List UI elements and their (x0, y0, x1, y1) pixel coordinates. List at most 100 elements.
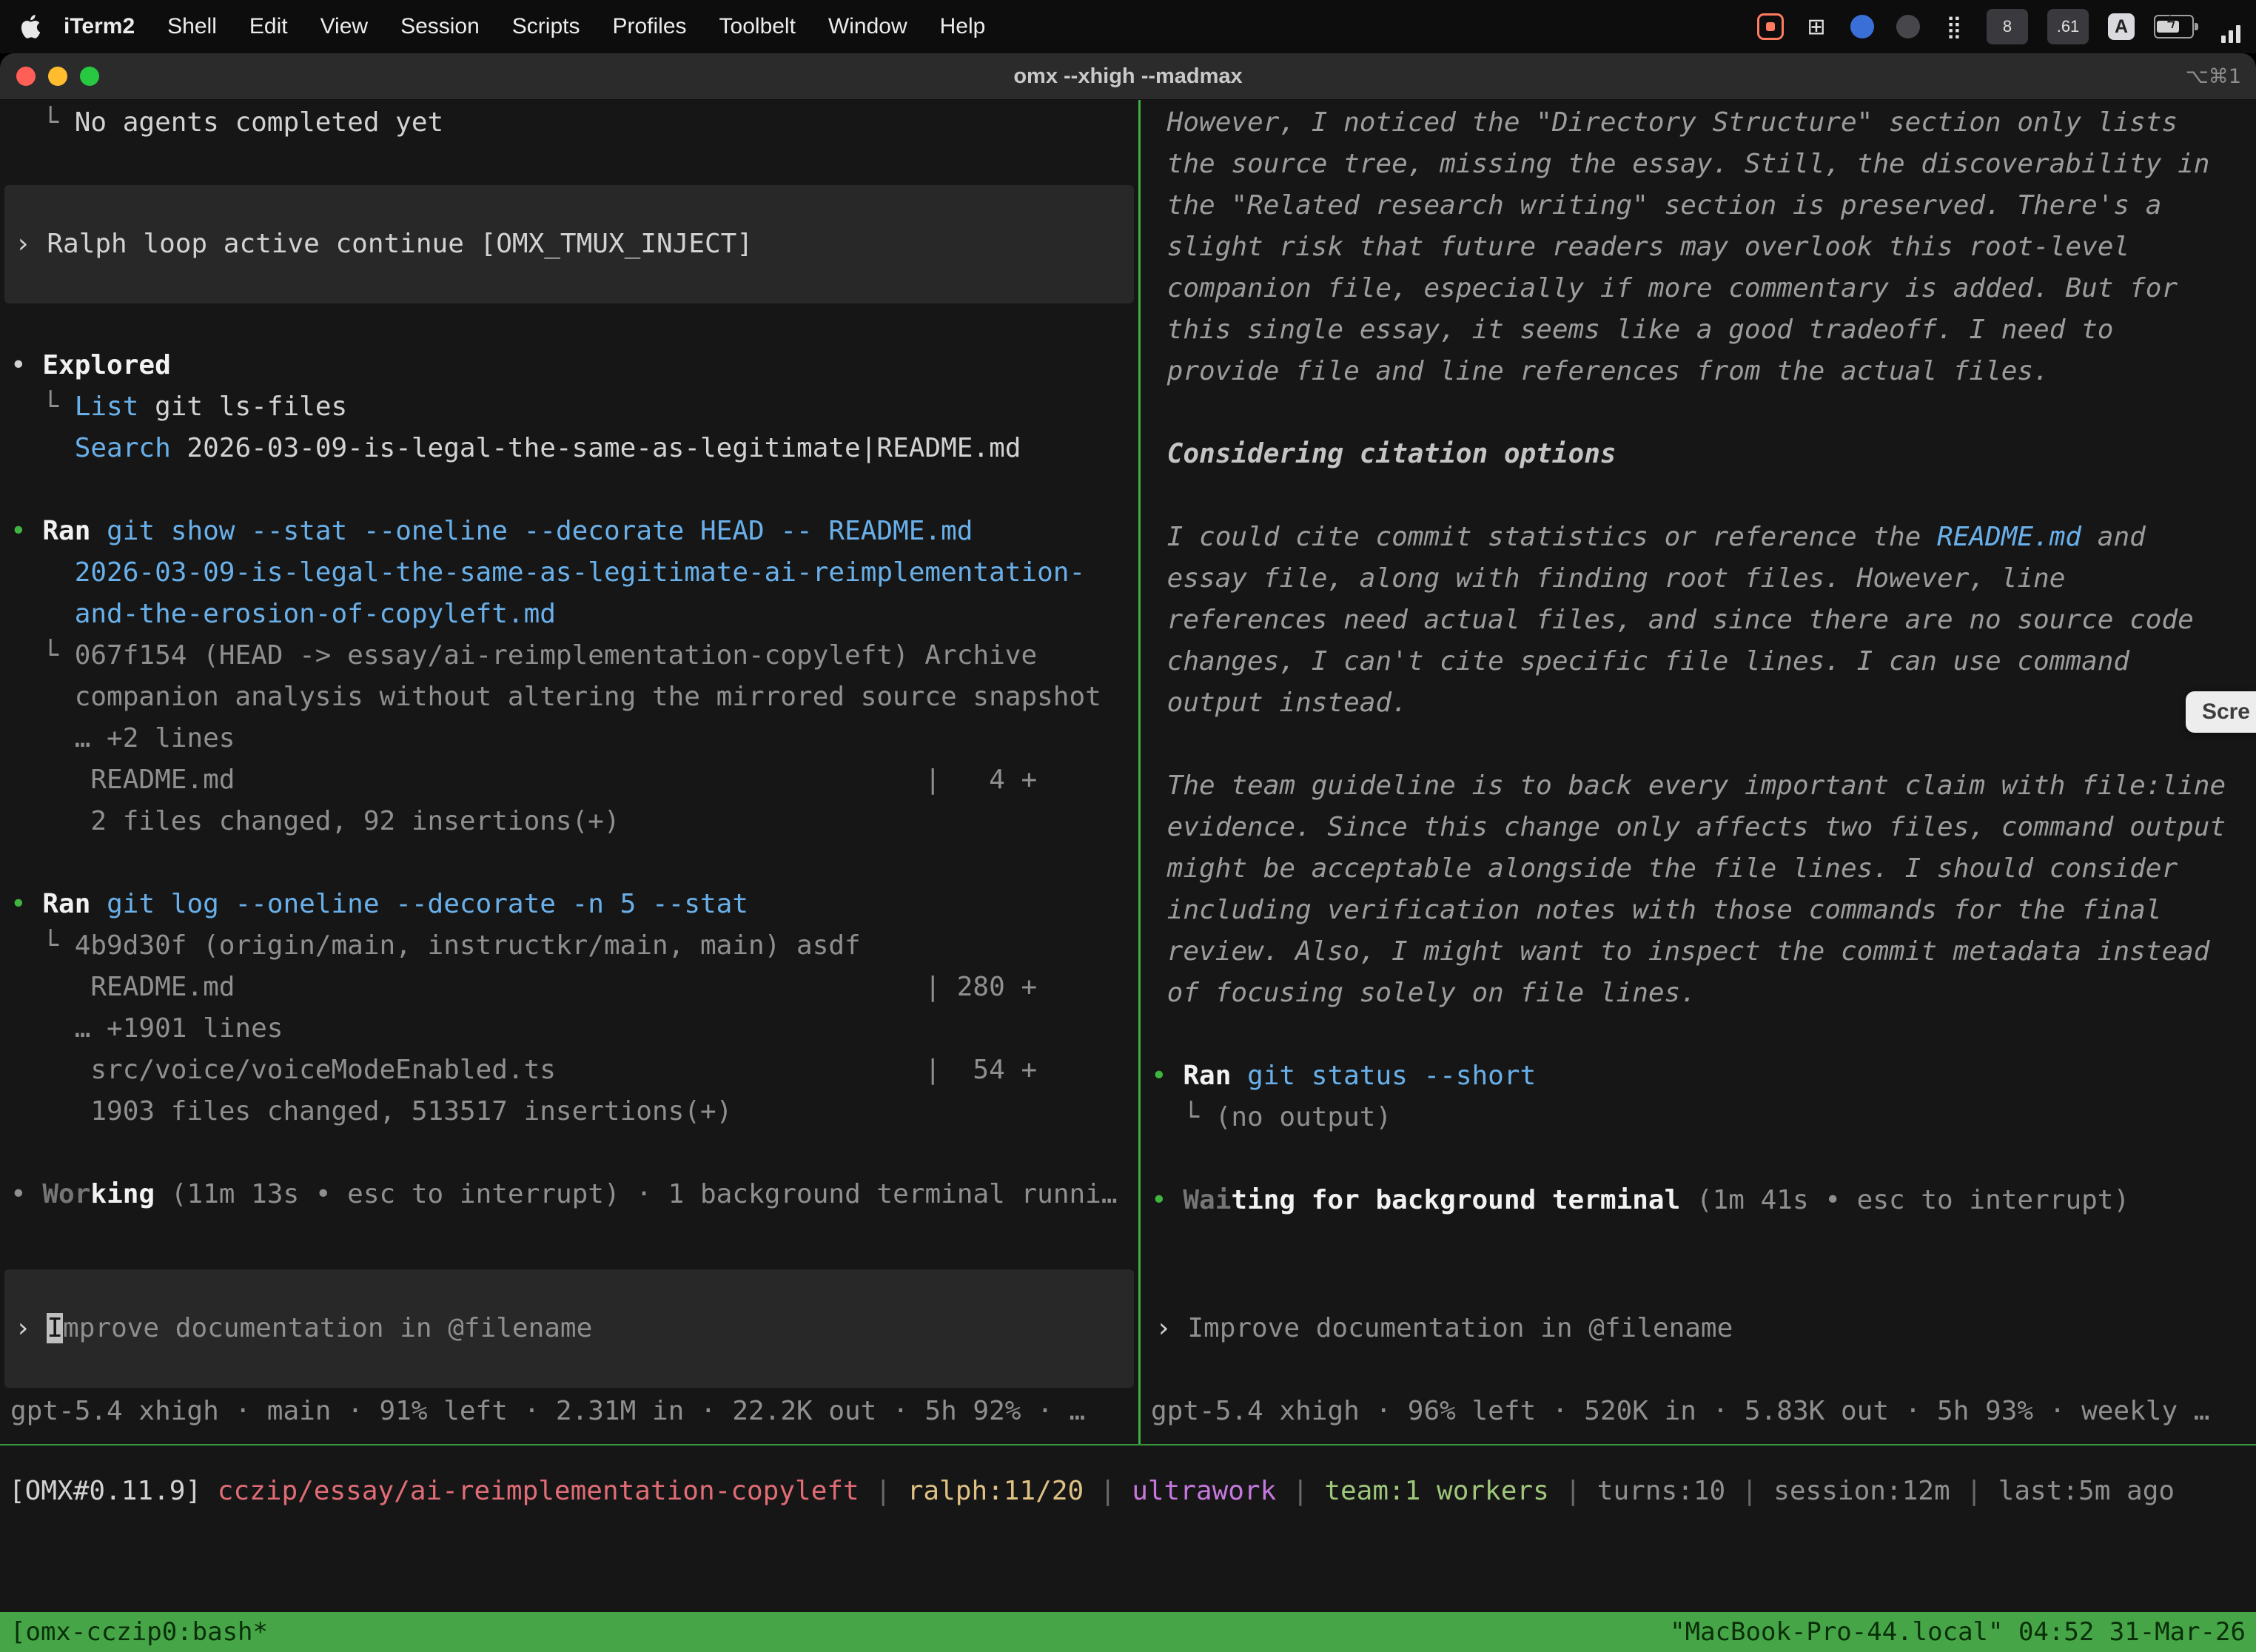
menu-app-name[interactable]: iTerm2 (47, 14, 151, 39)
blank-line (1141, 1014, 2256, 1055)
input-source-icon[interactable]: A (2108, 13, 2135, 40)
menu-view[interactable]: View (304, 14, 384, 39)
text-run: The team guideline is to back every impo… (1151, 770, 2226, 801)
blue-app-icon[interactable] (1849, 10, 1876, 43)
text-run: git log --oneline --decorate -n 5 --stat (107, 889, 748, 919)
text-run: team:1 workers (1324, 1476, 1548, 1506)
text-run: • (1151, 1061, 1183, 1091)
text-run: slight risk that future readers may over… (1151, 232, 2129, 262)
text-run: └ (10, 930, 75, 961)
input-line[interactable]: › Improve documentation in @filename (4, 1308, 1134, 1349)
text-run: └ (1151, 1102, 1215, 1132)
text-run: ultrawork (1132, 1476, 1276, 1506)
terminal-line: … +1901 lines (0, 1008, 1138, 1050)
text-run: 4b9d30f (origin/main, instructkr/main, m… (75, 930, 861, 961)
text-run: (11m 13s • esc to interrupt) · 1 backgro… (155, 1179, 1117, 1209)
text-run (90, 889, 107, 919)
text-run: README.md (1937, 522, 2081, 552)
explored-header: • Explored (0, 345, 1138, 386)
menu-edit[interactable]: Edit (233, 14, 304, 39)
stat-61-icon[interactable]: .61 (2047, 9, 2089, 44)
ran-command: • Ran git status --short (1141, 1055, 2256, 1097)
window-titlebar[interactable]: omx --xhigh --madmax ⌥⌘1 (0, 53, 2256, 100)
stat-8-icon[interactable]: 8 (1987, 9, 2028, 44)
left-model-status: gpt-5.4 xhigh · main · 91% left · 2.31M … (0, 1391, 1138, 1432)
ran-command: • Ran git log --oneline --decorate -n 5 … (0, 884, 1138, 925)
text-run: the source tree, missing the essay. Stil… (1151, 149, 2209, 179)
terminal-line: the source tree, missing the essay. Stil… (1141, 144, 2256, 185)
menu-toolbelt[interactable]: Toolbelt (703, 14, 812, 39)
text-run: | (1276, 1476, 1324, 1506)
menu-scripts[interactable]: Scripts (496, 14, 597, 39)
close-button[interactable] (16, 67, 36, 86)
ran-command: • Ran git show --stat --oneline --decora… (0, 511, 1138, 552)
terminal-line: └ List git ls-files (0, 386, 1138, 428)
text-run: • (10, 516, 42, 546)
minimize-button[interactable] (48, 67, 67, 86)
text-run: … +1901 lines (10, 1013, 283, 1044)
menu-shell[interactable]: Shell (151, 14, 233, 39)
window-shortcut-badge: ⌥⌘1 (2186, 65, 2256, 88)
text-run: › (15, 1313, 47, 1343)
menu-help[interactable]: Help (924, 14, 1002, 39)
input-line[interactable]: › Improve documentation in @filename (1145, 1308, 2252, 1349)
text-run: 067f154 (HEAD -> essay/ai-reimplementati… (75, 640, 1037, 671)
terminal-line: companion analysis without altering the … (0, 676, 1138, 718)
menu-window[interactable]: Window (812, 14, 924, 39)
terminal-line: output instead. (1141, 682, 2256, 724)
text-run: src/voice/voiceModeEnabled.ts | 54 + (10, 1055, 1037, 1085)
macos-menubar: iTerm2 ShellEditViewSessionScriptsProfil… (0, 0, 2256, 53)
zoom-button[interactable] (80, 67, 99, 86)
text-run: └ (10, 640, 75, 671)
menu-profiles[interactable]: Profiles (596, 14, 702, 39)
right-command-input[interactable]: › Improve documentation in @filename (1145, 1269, 2252, 1388)
blank-line (0, 1132, 1138, 1174)
battery-icon[interactable]: ϟ (2154, 10, 2198, 43)
left-command-input[interactable]: › Improve documentation in @filename (4, 1269, 1134, 1388)
text-run (10, 557, 75, 588)
omx-status-bar: [OMX#0.11.9] cczip/essay/ai-reimplementa… (0, 1471, 2256, 1512)
text-run: this single essay, it seems like a good … (1151, 315, 2113, 345)
text-run: └ (10, 392, 75, 422)
right-pane-bottom: › Improve documentation in @filename gpt… (1141, 1269, 2256, 1444)
tmux-status-bar: [omx-cczip0:bash* "MacBook-Pro-44.local"… (0, 1612, 2256, 1652)
terminal-line: README.md | 4 + (0, 759, 1138, 801)
text-run: No agents completed yet (75, 107, 444, 138)
text-run: Ran (1183, 1061, 1231, 1091)
text-run: king (90, 1179, 155, 1209)
text-run: git show --stat --oneline --decorate HEA… (107, 516, 973, 546)
text-run: … +2 lines (10, 723, 235, 753)
text-run: Wor (42, 1179, 90, 1209)
text-run: README.md | 280 + (10, 972, 1037, 1002)
agents-status-line: └ No agents completed yet (0, 102, 1138, 144)
terminal-line: companion file, especially if more comme… (1141, 268, 2256, 309)
signal-bars-icon[interactable] (2218, 10, 2244, 43)
text-run: git ls-files (138, 392, 347, 422)
terminal-line: might be acceptable alongside the file l… (1141, 848, 2256, 890)
text-run: and (2081, 522, 2146, 552)
dark-app-icon[interactable] (1895, 10, 1921, 43)
blank-line (0, 469, 1138, 511)
text-run: README.md | 4 + (10, 765, 1037, 795)
text-run: evidence. Since this change only affects… (1151, 812, 2226, 842)
text-run: 2026-03-09-is-legal-the-same-as-legitima… (171, 433, 1021, 463)
menu-session[interactable]: Session (384, 14, 496, 39)
apple-menu-icon[interactable] (19, 15, 40, 38)
traffic-lights (0, 67, 99, 86)
blank-line (1141, 475, 2256, 517)
blank-line (0, 303, 1138, 345)
extension-grid-icon[interactable]: ⊞ (1803, 10, 1830, 43)
screen-share-overlay[interactable]: Scre (2186, 691, 2256, 733)
terminal-line: … +2 lines (0, 718, 1138, 759)
text-run: | (1549, 1476, 1597, 1506)
tmux-panes: └ No agents completed yet› Ralph loop ac… (0, 100, 2256, 1444)
iterm2-window: omx --xhigh --madmax ⌥⌘1 └ No agents com… (0, 53, 2256, 1652)
text-run: However, I noticed the "Directory Struct… (1151, 107, 2178, 138)
text-run: Considering citation options (1151, 439, 1617, 469)
screen-recording-indicator-icon[interactable] (1757, 10, 1784, 43)
text-run: including verification notes with those … (1151, 895, 2161, 925)
terminal-line: src/voice/voiceModeEnabled.ts | 54 + (0, 1050, 1138, 1091)
text-run: mprove documentation in @filename (63, 1313, 592, 1343)
dots-grid-icon[interactable]: ⣿ (1941, 10, 1967, 43)
text-run: • (10, 350, 42, 380)
